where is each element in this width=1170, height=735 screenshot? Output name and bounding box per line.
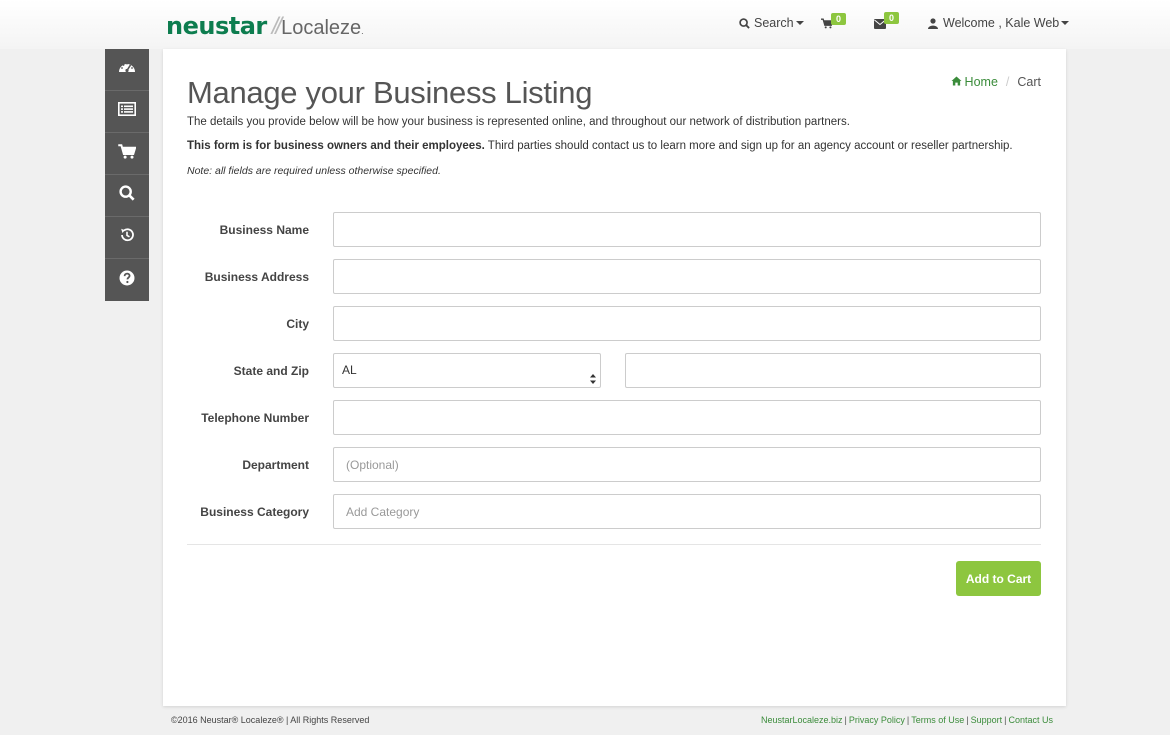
city-input[interactable] (333, 306, 1041, 341)
messages-menu[interactable]: 0 (874, 12, 899, 29)
business-address-input[interactable] (333, 259, 1041, 294)
user-icon (928, 17, 938, 29)
home-icon (951, 75, 962, 89)
footer-links: NeustarLocaleze.biz | Privacy Policy | Terms… (761, 715, 1053, 725)
business-category-row: Business Category (163, 494, 1066, 530)
required-fields-note: Note: all fields are required unless oth… (187, 165, 441, 177)
sidebar-item-history[interactable] (105, 217, 149, 259)
cart-count-badge: 0 (831, 13, 846, 25)
search-menu-label: Search (754, 16, 794, 30)
dashboard-icon (118, 60, 136, 79)
business-category-label: Business Category (200, 505, 309, 519)
footer-separator: | (1004, 715, 1007, 725)
sidebar (105, 49, 149, 301)
sidebar-item-help[interactable] (105, 259, 149, 301)
chevron-down-icon (795, 21, 804, 25)
telephone-label: Telephone Number (201, 411, 309, 425)
state-zip-label: State and Zip (233, 364, 309, 378)
brand-localeze: Localeze (281, 17, 362, 39)
footer-link-privacy[interactable]: Privacy Policy (849, 715, 905, 725)
audience-note-bold: This form is for business owners and the… (187, 140, 485, 152)
footer-link-support[interactable]: Support (971, 715, 1003, 725)
breadcrumb: Home / Cart (951, 75, 1041, 89)
department-row: Department (163, 447, 1066, 483)
brand-neustar: neustar (166, 12, 267, 40)
business-name-input[interactable] (333, 212, 1041, 247)
brand-slash: // (271, 13, 282, 40)
breadcrumb-separator: / (1005, 75, 1010, 89)
list-icon (118, 102, 136, 121)
business-name-row: Business Name (163, 212, 1066, 248)
footer-separator: | (966, 715, 969, 725)
search-icon (119, 185, 135, 206)
sidebar-item-cart[interactable] (105, 133, 149, 175)
breadcrumb-current: Cart (1017, 75, 1041, 89)
top-navbar: neustar // Localeze . Search 0 0 Welcome… (0, 0, 1170, 49)
state-select-value: AL (342, 363, 357, 377)
page-description: The details you provide below will be ho… (187, 116, 850, 128)
footer-link-site[interactable]: NeustarLocaleze.biz (761, 715, 843, 725)
add-to-cart-button[interactable]: Add to Cart (956, 561, 1041, 596)
select-arrows-icon (590, 365, 596, 384)
sidebar-item-search[interactable] (105, 175, 149, 217)
brand-reg: . (361, 26, 364, 36)
cart-menu[interactable]: 0 (821, 13, 846, 29)
brand-logo[interactable]: neustar // Localeze . (166, 12, 364, 40)
city-label: City (286, 317, 309, 331)
welcome-label: Welcome , Kale Web (943, 16, 1060, 30)
search-icon (739, 17, 750, 29)
business-address-row: Business Address (163, 259, 1066, 295)
help-icon (119, 270, 135, 291)
department-label: Department (242, 458, 309, 472)
page-title: Manage your Business Listing (187, 75, 593, 110)
business-address-label: Business Address (204, 270, 309, 284)
department-input[interactable] (333, 447, 1041, 482)
breadcrumb-home-label: Home (964, 75, 998, 89)
sidebar-item-listings[interactable] (105, 91, 149, 133)
telephone-row: Telephone Number (163, 400, 1066, 436)
footer-copyright: ©2016 Neustar® Localeze® | All Rights Re… (171, 715, 370, 725)
main-card: Manage your Business Listing Home / Cart… (163, 49, 1066, 706)
footer-link-terms[interactable]: Terms of Use (911, 715, 964, 725)
footer-link-contact[interactable]: Contact Us (1008, 715, 1053, 725)
search-menu[interactable]: Search (739, 16, 804, 30)
messages-count-badge: 0 (884, 12, 899, 24)
breadcrumb-home-link[interactable]: Home (951, 75, 998, 89)
city-row: City (163, 306, 1066, 342)
history-icon (119, 227, 135, 248)
sidebar-item-dashboard[interactable] (105, 49, 149, 91)
state-zip-row: State and Zip AL (163, 353, 1066, 389)
form-divider (187, 544, 1041, 545)
business-category-input[interactable] (333, 494, 1041, 529)
telephone-input[interactable] (333, 400, 1041, 435)
state-select[interactable]: AL (333, 353, 601, 388)
footer-separator: | (844, 715, 847, 725)
cart-icon (118, 143, 137, 164)
chevron-down-icon (1061, 21, 1070, 25)
audience-note-rest: Third parties should contact us to learn… (484, 140, 1013, 152)
page-audience-note: This form is for business owners and the… (187, 140, 1013, 152)
zip-input[interactable] (625, 353, 1041, 388)
footer-separator: | (906, 715, 910, 725)
user-menu[interactable]: Welcome , Kale Web (928, 16, 1070, 30)
business-name-label: Business Name (219, 223, 309, 237)
